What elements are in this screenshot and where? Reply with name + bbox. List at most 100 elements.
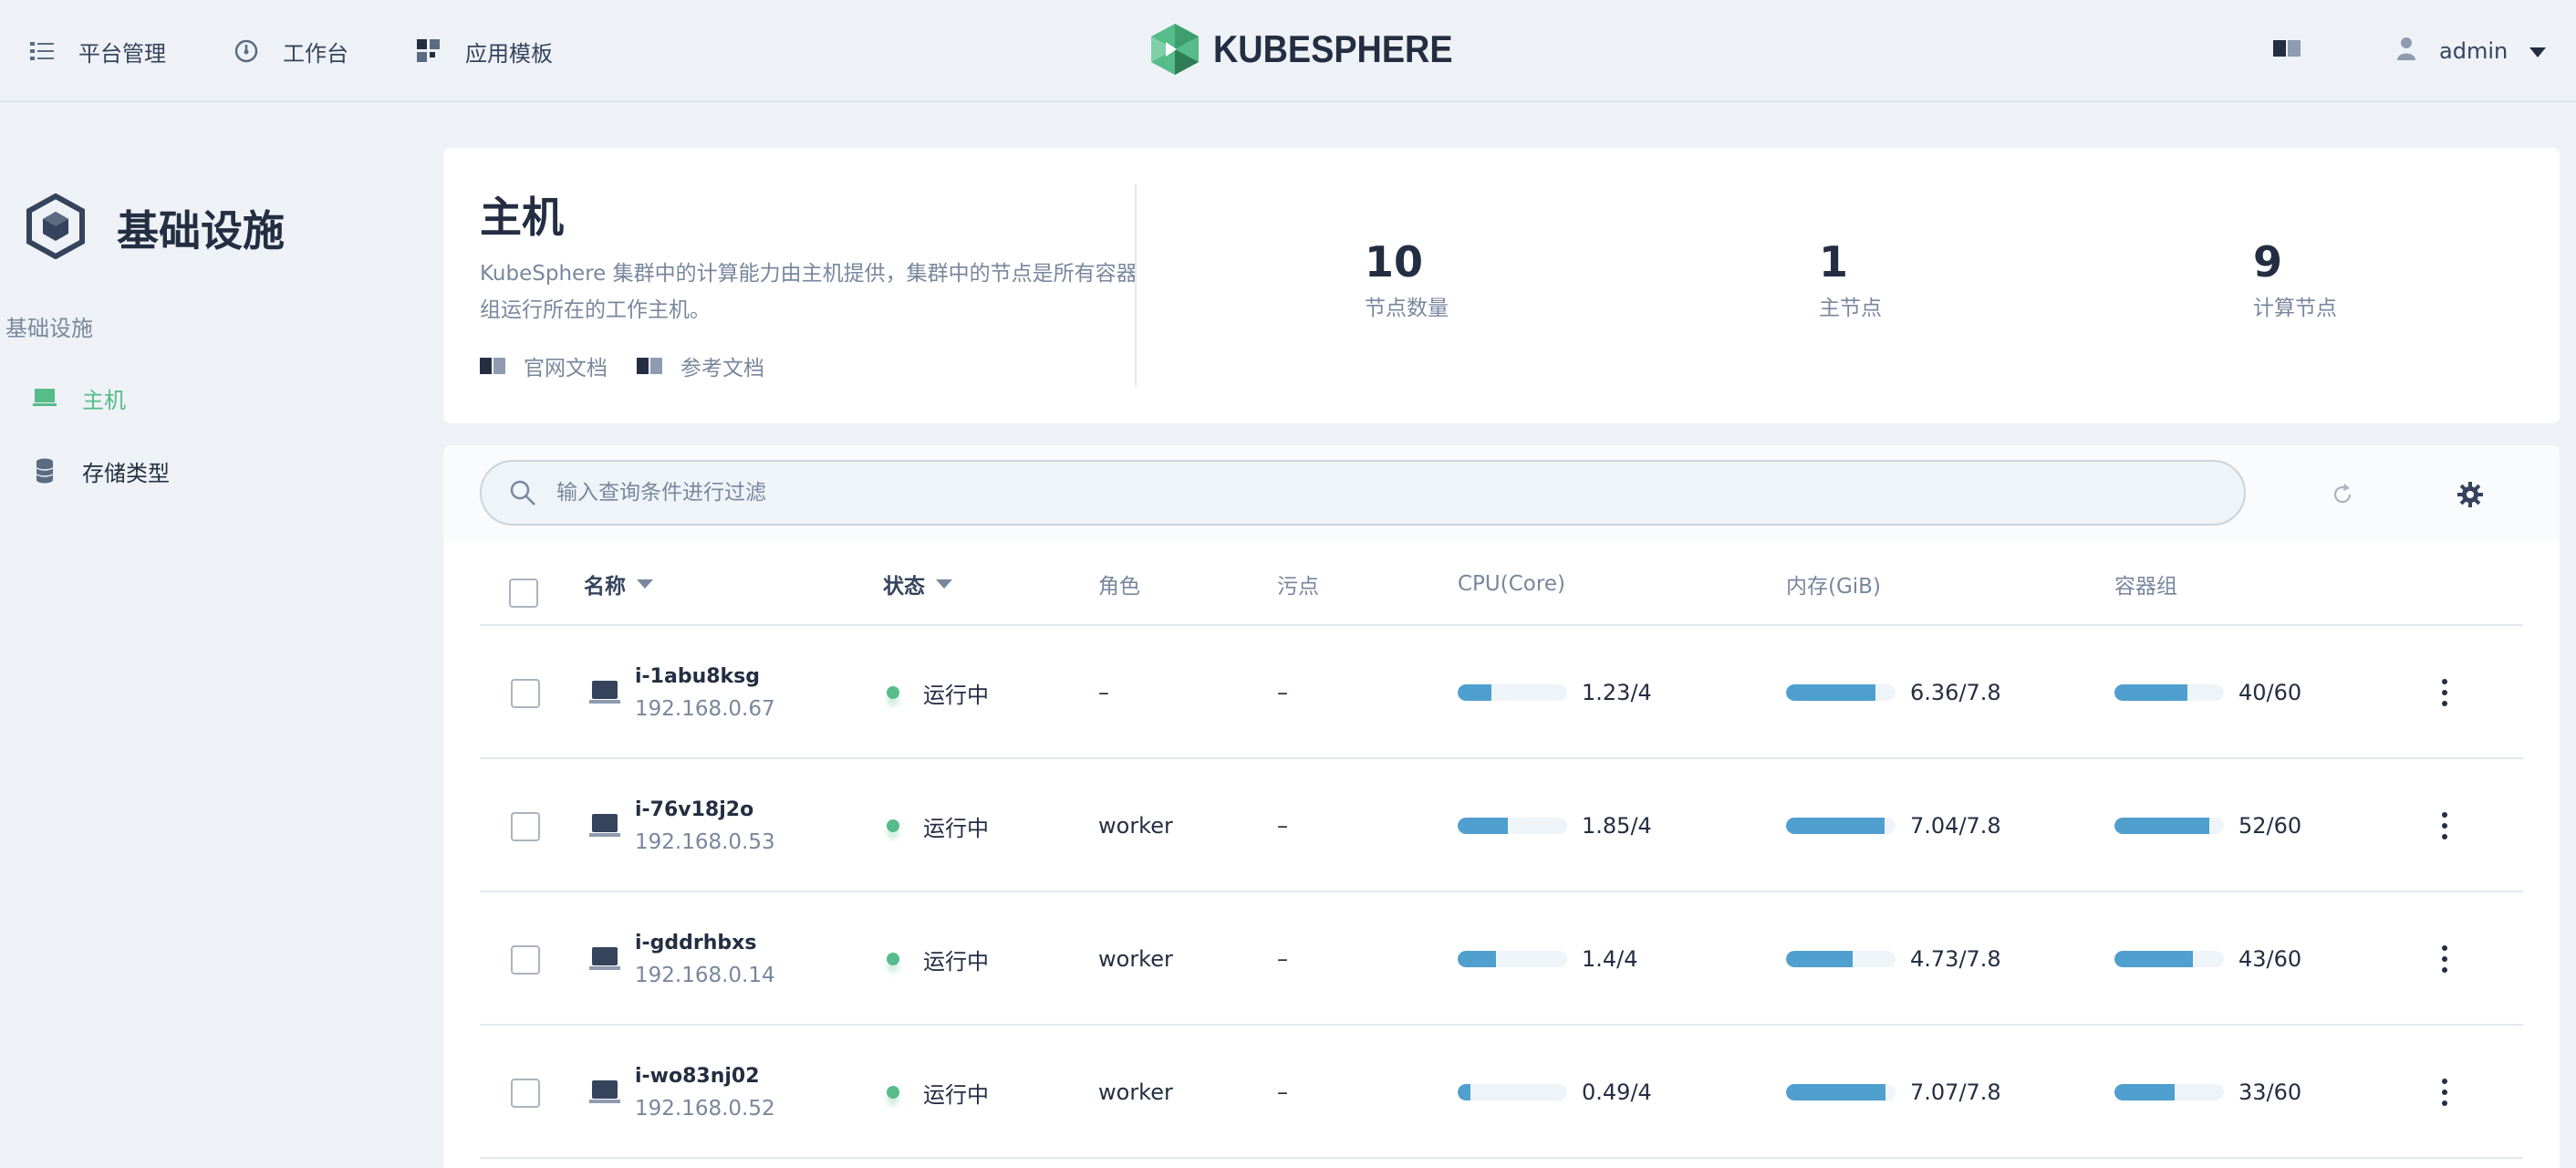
cpu-usage-bar: [1458, 951, 1567, 967]
node-name-link[interactable]: i-1abu8ksg: [635, 665, 760, 688]
column-status[interactable]: 状态: [883, 542, 952, 626]
search-input[interactable]: [556, 481, 2198, 505]
stat-node-count: 10 节点数量: [1365, 239, 1449, 321]
row-checkbox[interactable]: [511, 1079, 540, 1108]
node-name-link[interactable]: i-76v18j2o: [635, 798, 753, 821]
memory-cell: 4.73/7.8: [1786, 892, 2001, 1026]
role-cell: –: [1098, 680, 1109, 705]
pods-cell: 52/60: [2114, 759, 2301, 892]
column-memory: 内存(GiB): [1786, 575, 1881, 599]
memory-cell: 7.07/7.8: [1786, 1026, 2001, 1159]
cpu-usage-fill: [1458, 951, 1496, 967]
memory-usage-bar: [1786, 1084, 1896, 1100]
node-ip: 192.168.0.14: [635, 963, 775, 987]
status-text: 运行中: [923, 815, 989, 841]
nav-app-templates[interactable]: 应用模板: [416, 31, 553, 71]
cpu-value: 0.49/4: [1582, 1079, 1652, 1105]
column-taints: 污点: [1277, 575, 1319, 599]
stat-master-nodes: 1 主节点: [1819, 239, 1882, 321]
docs-book-icon[interactable]: [2273, 38, 2301, 62]
column-cpu: CPU(Core): [1458, 572, 1565, 596]
cpu-cell: 1.23/4: [1458, 626, 1652, 759]
cpu-cell: 0.49/4: [1458, 1026, 1652, 1159]
stat-value: 10: [1365, 237, 1424, 287]
pods-value: 52/60: [2238, 813, 2302, 839]
status-cell: 运行中: [887, 759, 989, 892]
top-navbar: 平台管理 工作台 应用模板 KUBESPHERE admin: [0, 0, 2576, 102]
pods-usage-bar: [2114, 951, 2224, 967]
nav-platform-management[interactable]: 平台管理: [29, 31, 166, 71]
kubesphere-logo[interactable]: KUBESPHERE: [1149, 20, 1480, 78]
doc-links: 官网文档 参考文档: [480, 350, 794, 381]
pods-value: 40/60: [2238, 680, 2302, 705]
table-row[interactable]: i-1abu8ksg 192.168.0.67 运行中 – – 1.23/4 6…: [480, 626, 2523, 759]
cpu-usage-bar: [1458, 684, 1567, 701]
memory-usage-fill: [1786, 951, 1854, 967]
status-running-dot: [887, 953, 899, 965]
nav-workbench[interactable]: 工作台: [234, 31, 348, 71]
stat-value: 9: [2253, 237, 2283, 287]
sidebar-group-label: 基础设施: [5, 316, 93, 341]
more-actions-icon[interactable]: [2441, 679, 2448, 706]
row-checkbox[interactable]: [511, 679, 540, 708]
user-menu[interactable]: admin: [2397, 31, 2547, 71]
pods-usage-bar: [2114, 684, 2224, 701]
official-docs-link[interactable]: 官网文档: [480, 350, 608, 381]
node-name-link[interactable]: i-gddrhbxs: [635, 932, 756, 954]
status-text: 运行中: [923, 948, 989, 975]
status-running-dot: [887, 686, 899, 699]
memory-usage-bar: [1786, 951, 1896, 967]
nav-label: 平台管理: [78, 40, 166, 67]
node-name-link[interactable]: i-wo83nj02: [635, 1065, 760, 1088]
cpu-usage-fill: [1458, 1084, 1471, 1100]
sidebar-item-storage-classes[interactable]: 存储类型: [33, 451, 170, 491]
node-name-cell: i-76v18j2o 192.168.0.53: [635, 759, 775, 892]
sidebar-item-hosts[interactable]: 主机: [33, 378, 126, 418]
row-checkbox[interactable]: [511, 812, 540, 841]
cpu-cell: 1.85/4: [1458, 759, 1652, 892]
column-pods: 容器组: [2114, 575, 2177, 599]
cpu-value: 1.4/4: [1582, 946, 1638, 972]
column-name[interactable]: 名称: [584, 542, 653, 626]
column-role: 角色: [1098, 575, 1140, 599]
pods-usage-fill: [2114, 1084, 2175, 1100]
pods-value: 33/60: [2238, 1079, 2302, 1105]
memory-cell: 6.36/7.8: [1786, 626, 2001, 759]
sidebar-item-label: 存储类型: [82, 460, 170, 486]
more-actions-icon[interactable]: [2441, 945, 2448, 973]
taints-cell: –: [1277, 813, 1288, 839]
book-icon: [480, 357, 505, 375]
node-icon: [589, 759, 620, 892]
filter-caret-icon: [936, 579, 952, 589]
sidebar-title: 基础设施: [117, 206, 285, 256]
row-checkbox[interactable]: [511, 945, 540, 975]
status-text: 运行中: [923, 682, 989, 708]
link-label: 参考文档: [680, 357, 764, 381]
more-actions-icon[interactable]: [2441, 1079, 2448, 1106]
node-name-cell: i-1abu8ksg 192.168.0.67: [635, 626, 775, 759]
node-icon: [589, 892, 620, 1026]
nav-label: 应用模板: [465, 40, 553, 67]
node-ip: 192.168.0.67: [635, 696, 775, 721]
taints-cell: –: [1277, 1079, 1288, 1105]
stat-label: 计算节点: [2253, 297, 2337, 320]
pods-usage-fill: [2114, 684, 2188, 701]
status-cell: 运行中: [887, 626, 989, 759]
table-row[interactable]: i-wo83nj02 192.168.0.52 运行中 worker – 0.4…: [480, 1026, 2523, 1159]
refresh-icon[interactable]: [2326, 478, 2359, 511]
role-cell: worker: [1098, 946, 1173, 972]
memory-value: 7.07/7.8: [1910, 1079, 2001, 1105]
search-box[interactable]: [480, 460, 2246, 526]
kubesphere-logo-icon: [1151, 24, 1199, 75]
table-row[interactable]: i-gddrhbxs 192.168.0.14 运行中 worker – 1.4…: [480, 892, 2523, 1026]
pods-value: 43/60: [2238, 946, 2302, 972]
stat-label: 主节点: [1819, 297, 1882, 320]
banner-divider: [1135, 184, 1137, 387]
gear-icon[interactable]: [2454, 478, 2487, 511]
reference-docs-link[interactable]: 参考文档: [637, 350, 764, 381]
more-actions-icon[interactable]: [2441, 812, 2448, 840]
table-header: 名称 状态 角色 污点 CPU(Core) 内存(GiB) 容器组: [480, 542, 2523, 626]
select-all-checkbox[interactable]: [509, 579, 538, 608]
table-row[interactable]: i-76v18j2o 192.168.0.53 运行中 worker – 1.8…: [480, 759, 2523, 892]
memory-usage-fill: [1786, 684, 1876, 701]
